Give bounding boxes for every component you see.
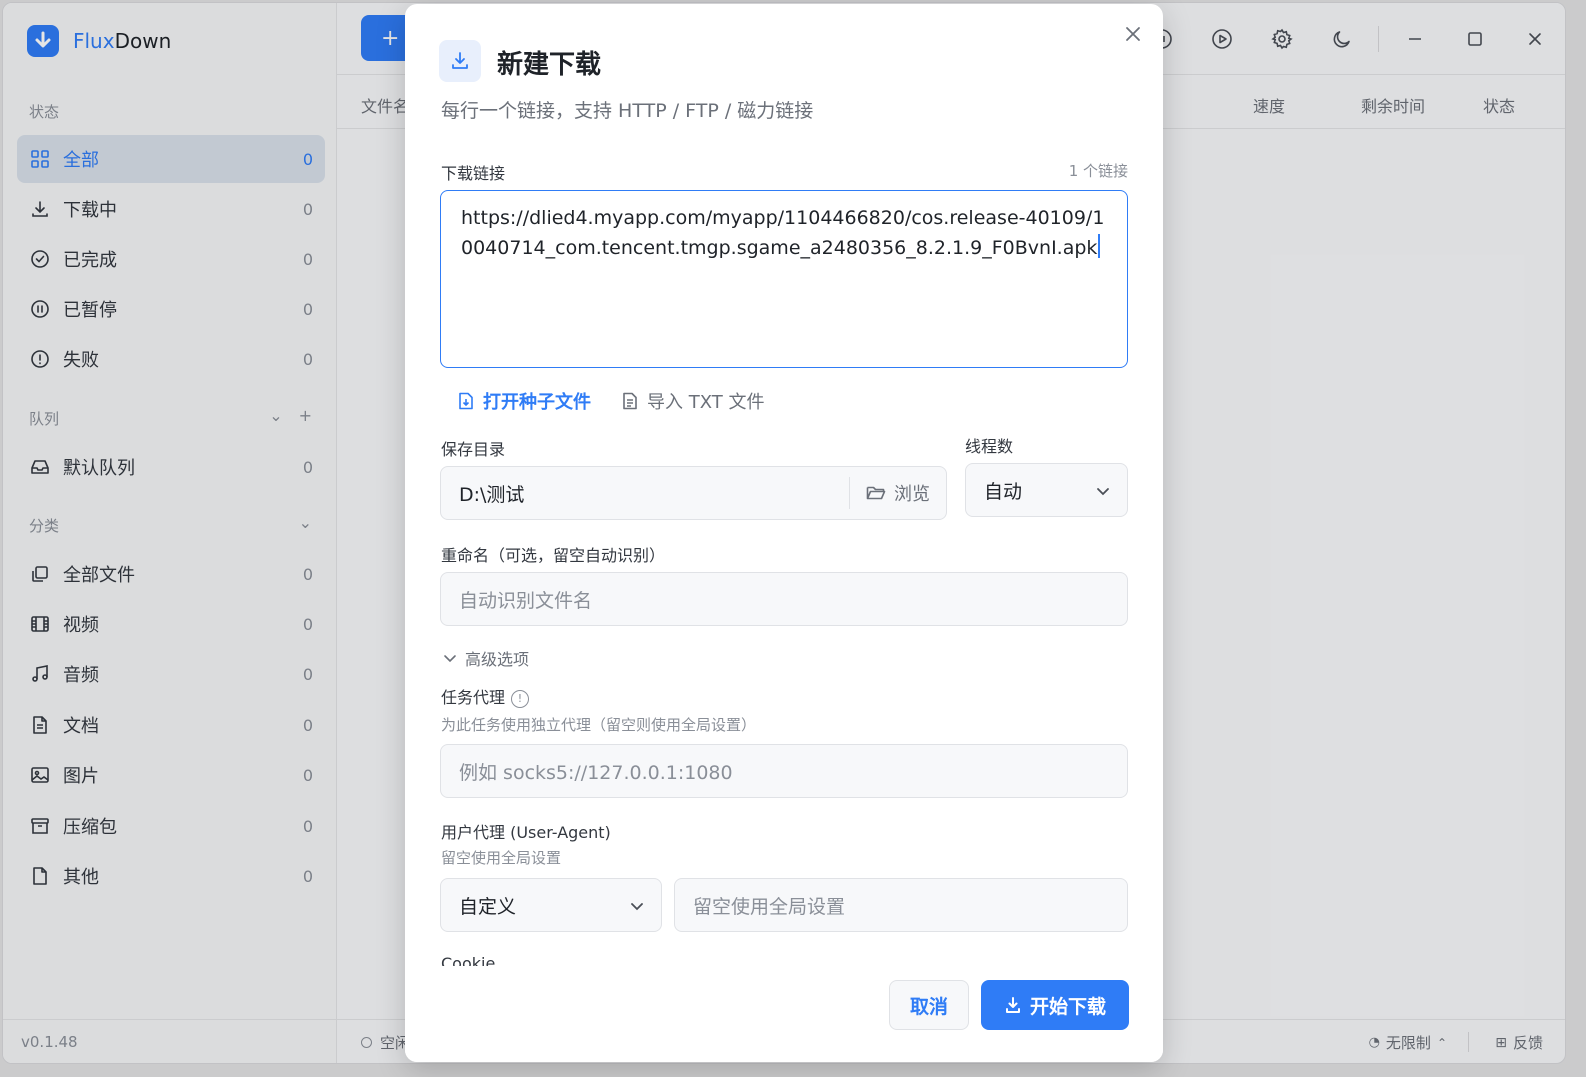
browse-button[interactable]: 浏览 <box>849 477 946 509</box>
chevron-down-icon <box>1095 482 1111 504</box>
threads-label: 线程数 <box>965 437 1014 456</box>
cancel-button[interactable]: 取消 <box>889 980 969 1030</box>
new-download-dialog: 新建下载 每行一个链接，支持 HTTP / FTP / 磁力链接 下载链接 1 … <box>405 4 1163 1062</box>
user-agent-label: 用户代理 (User-Agent) <box>441 823 611 842</box>
rename-label: 重命名（可选，留空自动识别） <box>441 546 666 565</box>
import-txt-button[interactable]: 导入 TXT 文件 <box>621 388 764 414</box>
rename-input[interactable]: 自动识别文件名 <box>440 572 1128 626</box>
dialog-title: 新建下载 <box>497 50 602 80</box>
folder-open-icon <box>866 486 886 500</box>
start-download-button[interactable]: 开始下载 <box>981 980 1129 1030</box>
download-icon <box>439 40 481 82</box>
download-icon <box>1005 997 1020 1013</box>
links-label: 下载链接 <box>441 164 506 183</box>
open-torrent-button[interactable]: 打开种子文件 <box>457 388 591 414</box>
save-dir-label: 保存目录 <box>441 440 506 459</box>
save-dir-input[interactable]: D:\测试 浏览 <box>440 466 947 520</box>
chevron-down-icon <box>444 655 456 663</box>
user-agent-hint: 留空使用全局设置 <box>441 849 562 867</box>
links-count: 1 个链接 <box>1068 162 1128 180</box>
dialog-footer: 取消 开始下载 <box>405 966 1163 1062</box>
proxy-label: 任务代理! <box>441 684 530 708</box>
text-caret <box>1098 234 1101 258</box>
file-import-actions: 打开种子文件 导入 TXT 文件 <box>457 388 764 414</box>
user-agent-mode-select[interactable]: 自定义 <box>440 878 662 932</box>
torrent-file-icon <box>459 392 473 410</box>
close-icon[interactable] <box>1119 20 1147 48</box>
proxy-hint: 为此任务使用独立代理（留空则使用全局设置） <box>441 716 757 734</box>
user-agent-input[interactable]: 留空使用全局设置 <box>674 878 1128 932</box>
proxy-input[interactable]: 例如 socks5://127.0.0.1:1080 <box>440 744 1128 798</box>
download-links-textarea[interactable]: https://dlied4.myapp.com/myapp/110446682… <box>440 190 1128 368</box>
advanced-options-toggle[interactable]: 高级选项 <box>443 646 529 670</box>
info-icon[interactable]: ! <box>511 689 530 708</box>
text-file-icon <box>623 392 637 410</box>
chevron-down-icon <box>629 897 645 919</box>
dialog-subtitle: 每行一个链接，支持 HTTP / FTP / 磁力链接 <box>441 100 814 122</box>
threads-select[interactable]: 自动 <box>965 463 1128 517</box>
